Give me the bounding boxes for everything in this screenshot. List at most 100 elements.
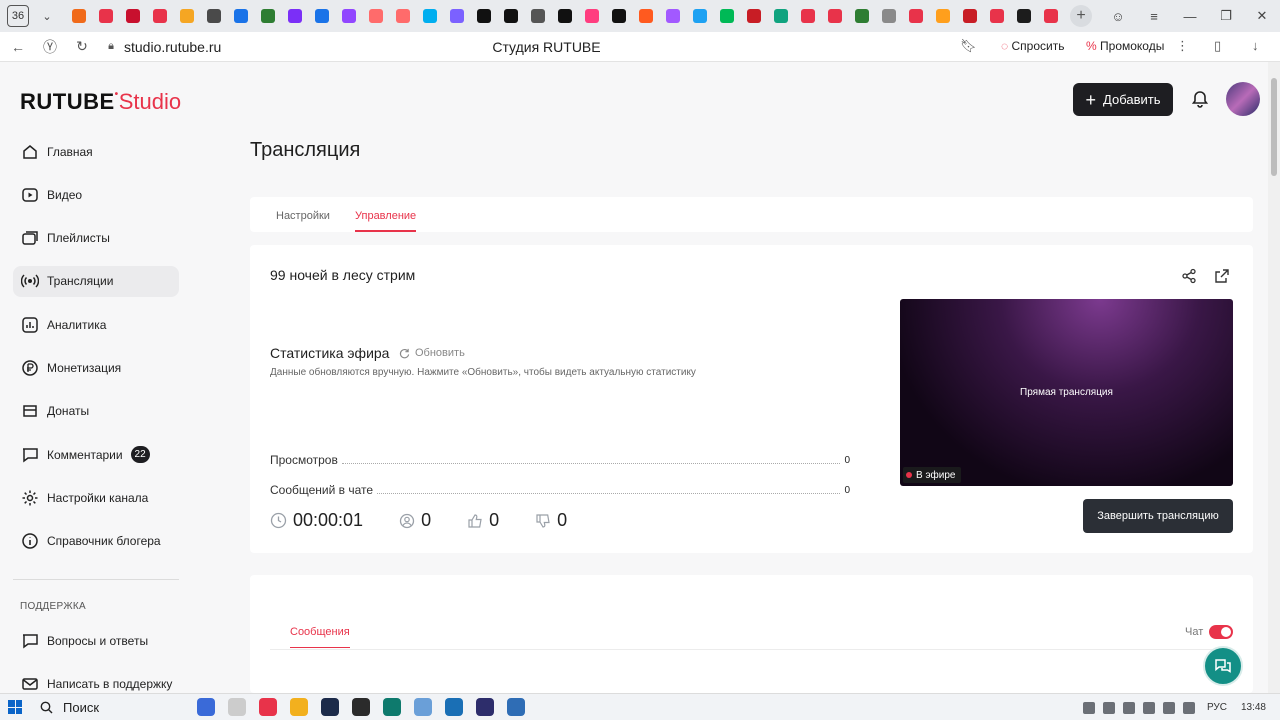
tray-icon[interactable] [1122, 701, 1135, 714]
avatar[interactable] [1226, 82, 1260, 116]
tab-favicon-icon[interactable] [557, 9, 572, 23]
tab-favicon-icon[interactable] [935, 9, 950, 23]
refresh-button[interactable]: Обновить [399, 347, 465, 359]
sidebar-item-channel-settings[interactable]: Настройки канала [13, 482, 179, 513]
tab-favicon-icon[interactable] [665, 9, 680, 23]
tab-favicon-icon[interactable] [1043, 9, 1058, 23]
tab-management[interactable]: Управление [355, 210, 417, 232]
tab-favicon-icon[interactable] [125, 9, 140, 23]
tab-favicon-icon[interactable] [449, 9, 464, 23]
tray-icon[interactable] [1082, 701, 1095, 714]
sidebar-item-analytics[interactable]: Аналитика [13, 309, 179, 340]
minimize-button[interactable]: — [1172, 9, 1208, 24]
add-button[interactable]: + Добавить [1073, 83, 1173, 116]
scroll-thumb[interactable] [1271, 78, 1277, 176]
tab-favicon-icon[interactable] [854, 9, 869, 23]
sidebar-item-broadcasts[interactable]: Трансляции [13, 265, 179, 297]
tab-favicon-icon[interactable] [584, 9, 599, 23]
stream-preview[interactable]: Прямая трансляция В эфире [900, 299, 1233, 486]
clock[interactable]: 13:48 [1241, 702, 1266, 713]
tab-favicon-icon[interactable] [827, 9, 842, 23]
close-window-button[interactable]: ✕ [1244, 8, 1280, 24]
tab-favicon-icon[interactable] [395, 9, 410, 23]
sidebar-item-home[interactable]: Главная [13, 136, 179, 167]
ask-button[interactable]: ◌ Спросить [1001, 39, 1064, 53]
tab-favicon-icon[interactable] [989, 9, 1004, 23]
taskbar-app-icon[interactable] [258, 698, 277, 716]
tab-favicon-icon[interactable] [341, 9, 356, 23]
sidebar-item-donations[interactable]: Донаты [13, 396, 179, 427]
taskbar-app-icon[interactable] [413, 698, 432, 716]
tab-favicon-icon[interactable] [746, 9, 761, 23]
tab-list-chevron-icon[interactable]: ⌄ [35, 10, 59, 23]
volume-icon[interactable] [1162, 701, 1175, 714]
taskbar-app-icon[interactable] [227, 698, 246, 716]
tab-favicon-icon[interactable] [179, 9, 194, 23]
taskbar-app-icon[interactable] [475, 698, 494, 716]
tab-favicon-icon[interactable] [1016, 9, 1031, 23]
tab-settings[interactable]: Настройки [276, 210, 330, 222]
help-chat-button[interactable] [1203, 646, 1243, 686]
taskbar-app-icon[interactable] [289, 698, 308, 716]
page-scrollbar[interactable] [1268, 62, 1280, 693]
start-button[interactable] [8, 700, 22, 714]
tab-favicon-icon[interactable] [962, 9, 977, 23]
sidebar-item-playlists[interactable]: Плейлисты [13, 223, 179, 254]
menu-icon[interactable]: ≡ [1136, 9, 1172, 24]
new-tab-button[interactable]: + [1070, 5, 1092, 27]
tab-favicon-icon[interactable] [422, 9, 437, 23]
taskbar-search[interactable]: Поиск [40, 700, 190, 715]
tab-favicon-icon[interactable] [611, 9, 626, 23]
tab-favicon-icon[interactable] [773, 9, 788, 23]
taskbar-app-icon[interactable] [320, 698, 339, 716]
end-stream-button[interactable]: Завершить трансляцию [1083, 499, 1233, 533]
language-indicator[interactable]: РУС [1207, 702, 1227, 713]
taskbar-app-icon[interactable] [506, 698, 525, 716]
tab-favicon-icon[interactable] [503, 9, 518, 23]
tab-favicon-icon[interactable] [233, 9, 248, 23]
open-external-icon[interactable] [1214, 268, 1230, 284]
taskbar-app-icon[interactable] [351, 698, 370, 716]
tab-favicon-icon[interactable] [206, 9, 221, 23]
battery-icon[interactable] [1182, 701, 1195, 714]
tab-favicon-icon[interactable] [881, 9, 896, 23]
tab-favicon-icon[interactable] [692, 9, 707, 23]
yandex-icon[interactable]: Ⓨ [36, 37, 64, 57]
tab-favicon-icon[interactable] [71, 9, 86, 23]
sidebar-item-video[interactable]: Видео [13, 179, 179, 210]
tray-icon[interactable] [1102, 701, 1115, 714]
url-field[interactable]: studio.rutube.ru [124, 39, 221, 55]
chat-toggle[interactable] [1209, 625, 1233, 639]
sidebar-item-faq[interactable]: Вопросы и ответы [13, 625, 179, 656]
tab-count[interactable]: 36 [7, 5, 29, 27]
reload-button[interactable]: ↻ [68, 38, 96, 55]
lock-icon[interactable]: 🔒︎ [102, 40, 120, 53]
restore-button[interactable]: ❐ [1208, 8, 1244, 24]
taskbar-app-icon[interactable] [382, 698, 401, 716]
sidebar-item-comments[interactable]: Комментарии 22 [13, 439, 179, 470]
tab-favicon-icon[interactable] [152, 9, 167, 23]
tab-favicon-icon[interactable] [314, 9, 329, 23]
profile-icon[interactable]: ☺ [1100, 9, 1136, 24]
share-icon[interactable] [1181, 268, 1197, 284]
tab-favicon-icon[interactable] [368, 9, 383, 23]
tab-favicon-icon[interactable] [98, 9, 113, 23]
back-button[interactable]: ← [4, 39, 32, 55]
tab-favicon-icon[interactable] [476, 9, 491, 23]
rutube-studio-logo[interactable]: RUTUBE•Studio [20, 89, 181, 115]
promo-button[interactable]: % Промокоды [1086, 39, 1164, 53]
extensions-icon[interactable]: ▯ [1214, 38, 1221, 54]
tab-favicon-icon[interactable] [638, 9, 653, 23]
taskbar-app-icon[interactable] [196, 698, 215, 716]
tab-favicon-icon[interactable] [800, 9, 815, 23]
tab-favicon-icon[interactable] [530, 9, 545, 23]
more-icon[interactable]: ⋮ [1176, 38, 1189, 54]
tab-favicon-icon[interactable] [908, 9, 923, 23]
tab-favicon-icon[interactable] [260, 9, 275, 23]
sidebar-item-blogger-guide[interactable]: Справочник блогера [13, 526, 179, 557]
notifications-bell-icon[interactable] [1190, 89, 1210, 109]
tab-favicon-icon[interactable] [287, 9, 302, 23]
tab-messages[interactable]: Сообщения [290, 626, 350, 648]
tab-favicon-icon[interactable] [719, 9, 734, 23]
sidebar-item-monetization[interactable]: Монетизация [13, 352, 179, 383]
